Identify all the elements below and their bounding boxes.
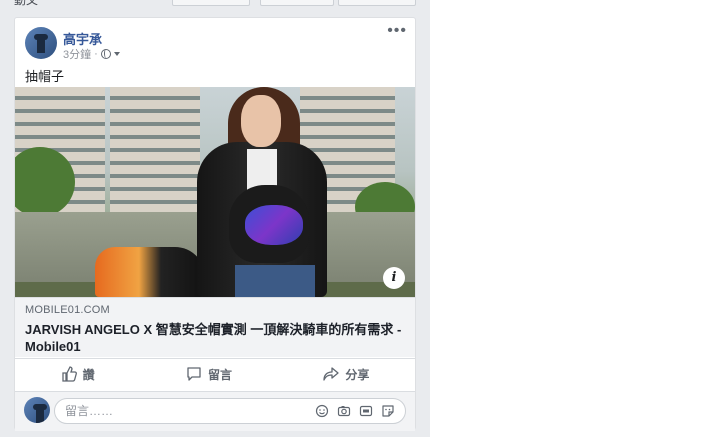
- comment-label: 留言: [207, 367, 232, 382]
- top-toolbar-button-2[interactable]: [260, 0, 334, 6]
- feed-top-strip: 動文: [0, 0, 430, 8]
- post-text: 抽帽子: [25, 69, 65, 84]
- like-button[interactable]: 讚: [51, 362, 105, 387]
- thumbs-up-icon: [62, 366, 77, 382]
- comment-tools: [315, 404, 395, 418]
- viewer-avatar[interactable]: [24, 397, 50, 423]
- globe-icon[interactable]: [100, 49, 111, 59]
- gif-icon[interactable]: [359, 404, 373, 418]
- comment-composer: [15, 391, 415, 431]
- share-icon: [323, 367, 339, 381]
- feed-top-label: 動文: [14, 0, 39, 7]
- post-meta: 3分鐘 ·: [63, 46, 120, 62]
- camera-icon[interactable]: [337, 404, 351, 418]
- comment-icon: [187, 367, 201, 381]
- top-toolbar-button-3[interactable]: [338, 0, 416, 6]
- share-button[interactable]: 分享: [313, 362, 379, 387]
- meta-separator: ·: [94, 48, 98, 60]
- right-empty-area: [430, 0, 720, 437]
- caret-down-icon[interactable]: [113, 52, 120, 56]
- like-label: 讚: [82, 367, 95, 382]
- top-toolbar-button-1[interactable]: [172, 0, 250, 6]
- comment-box[interactable]: [54, 398, 406, 424]
- post-actions: 讚 留言 分享: [15, 359, 415, 389]
- news-feed: 動文 高宇承 3分鐘 · ••• 抽帽子 i MOBILE01.COM JARV…: [0, 0, 430, 437]
- emoji-icon[interactable]: [315, 404, 329, 418]
- link-preview-image[interactable]: i: [15, 87, 415, 297]
- link-domain: MOBILE01.COM: [25, 304, 110, 316]
- comment-button[interactable]: 留言: [176, 362, 242, 387]
- info-icon[interactable]: i: [383, 267, 405, 289]
- feed-post: 高宇承 3分鐘 · ••• 抽帽子 i MOBILE01.COM JARVISH…: [14, 17, 416, 431]
- more-options-icon[interactable]: •••: [387, 23, 407, 39]
- link-title[interactable]: JARVISH ANGELO X 智慧安全帽實測 一頂解決騎車的所有需求 - M…: [25, 321, 405, 355]
- link-preview-meta[interactable]: MOBILE01.COM JARVISH ANGELO X 智慧安全帽實測 一頂…: [15, 297, 415, 357]
- post-timestamp[interactable]: 3分鐘: [63, 46, 91, 62]
- share-label: 分享: [345, 367, 370, 382]
- sticker-icon[interactable]: [381, 404, 395, 418]
- comment-input[interactable]: [65, 399, 295, 423]
- author-avatar[interactable]: [25, 27, 57, 59]
